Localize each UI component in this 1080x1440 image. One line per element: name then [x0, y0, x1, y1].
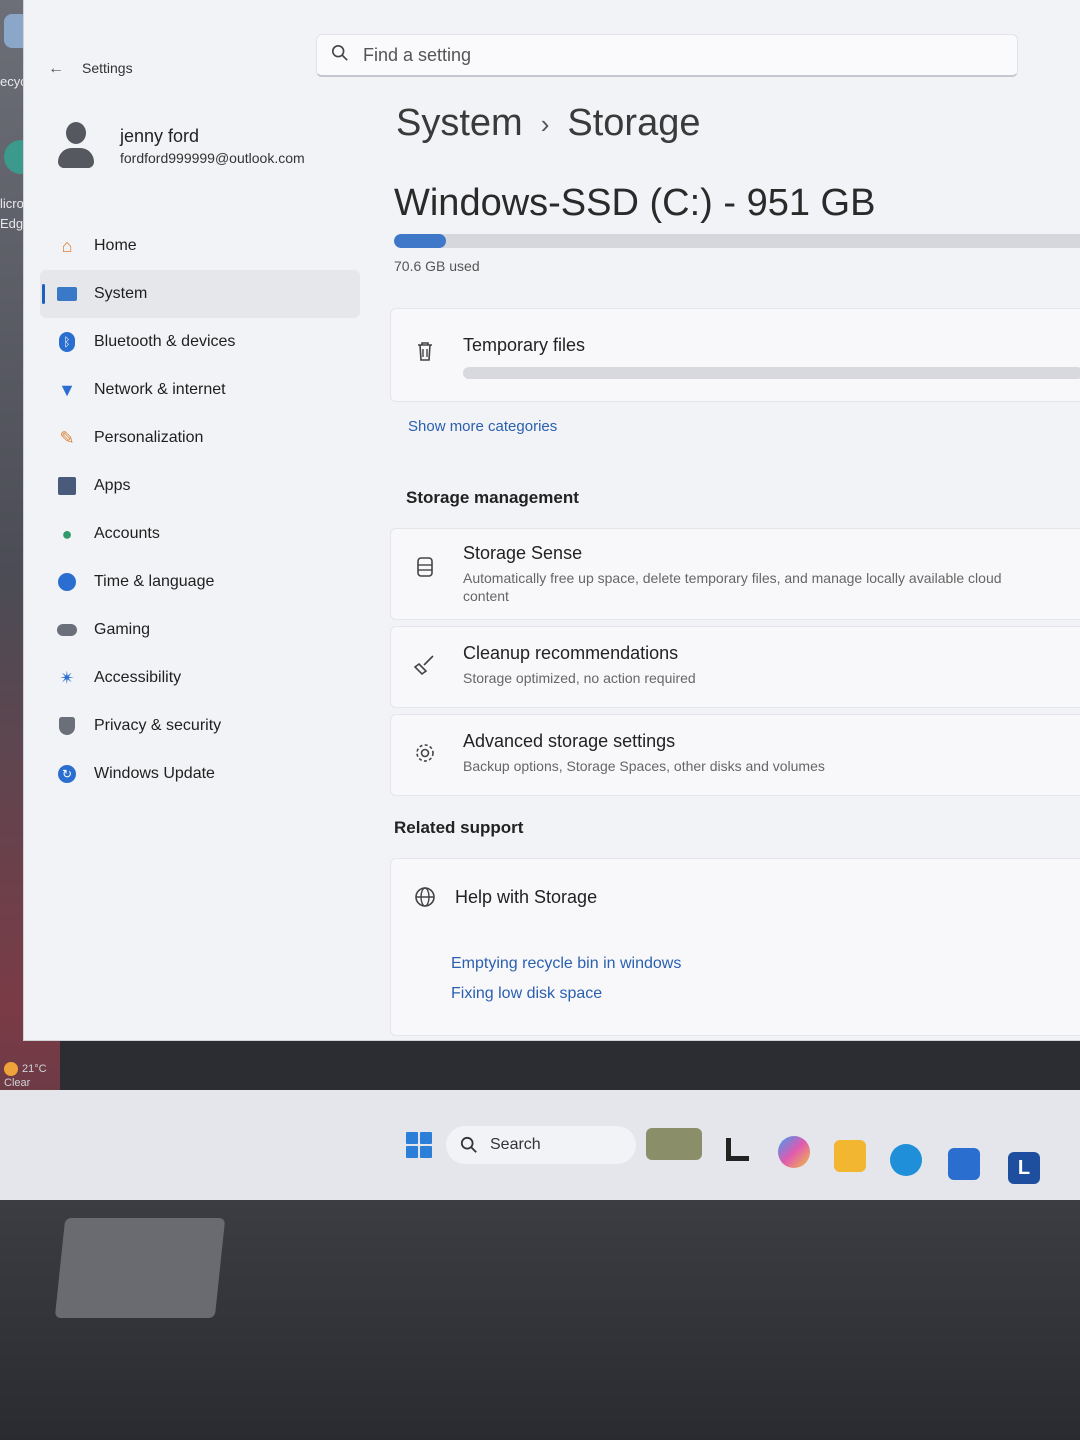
update-icon: ↻: [56, 763, 78, 785]
sidebar-item-label: Home: [94, 237, 137, 254]
app-l-icon[interactable]: L: [1008, 1152, 1040, 1184]
sidebar-item-privacy[interactable]: Privacy & security: [40, 702, 360, 750]
copilot-icon[interactable]: [778, 1136, 810, 1168]
avatar: [56, 122, 96, 174]
drive-title: Windows-SSD (C:) - 951 GB: [394, 182, 876, 224]
storage-sense-subtitle: Automatically free up space, delete temp…: [463, 570, 1002, 586]
sidebar-item-label: Accounts: [94, 525, 160, 542]
help-with-storage-title: Help with Storage: [455, 887, 598, 907]
search-input[interactable]: [361, 41, 965, 69]
temporary-files-card[interactable]: Temporary files: [390, 308, 1080, 402]
desktop-icon-label: Edg: [0, 216, 24, 231]
search-icon: [331, 44, 348, 61]
page-title: Storage: [567, 102, 701, 144]
sidebar-item-home[interactable]: ⌂ Home: [40, 222, 360, 270]
sidebar-item-time-language[interactable]: Time & language: [40, 558, 360, 606]
cleanup-recommendations-card[interactable]: Cleanup recommendations Storage optimize…: [390, 626, 1080, 708]
settings-window: ← Settings jenny ford fordford999999@out…: [24, 0, 1080, 1040]
sidebar-item-label: Accessibility: [94, 669, 182, 686]
breadcrumb-chevron-icon: ›: [540, 109, 550, 140]
sidebar-item-label: Time & language: [94, 573, 215, 590]
taskbar-search[interactable]: Search: [446, 1126, 636, 1164]
cleanup-title: Cleanup recommendations: [463, 643, 679, 663]
breadcrumb: System › Storage: [396, 102, 700, 145]
cleanup-subtitle: Storage optimized, no action required: [463, 670, 696, 686]
taskbar-search-label: Search: [490, 1136, 541, 1153]
user-email: fordford999999@outlook.com: [120, 150, 305, 166]
sidebar-item-personalization[interactable]: ✎ Personalization: [40, 414, 360, 462]
help-link-low-disk[interactable]: Fixing low disk space: [451, 985, 602, 1003]
temporary-files-bar: [463, 367, 1080, 379]
wifi-icon: ▼: [58, 379, 76, 400]
help-with-storage-card[interactable]: Help with Storage Emptying recycle bin i…: [390, 858, 1080, 1036]
weather-widget[interactable]: 21°C Clear: [4, 1062, 47, 1090]
search-icon: [460, 1136, 477, 1153]
advanced-subtitle: Backup options, Storage Spaces, other di…: [463, 758, 825, 774]
temporary-files-label: Temporary files: [463, 335, 586, 355]
edge-icon[interactable]: [890, 1144, 922, 1176]
store-icon[interactable]: [948, 1148, 980, 1180]
sidebar-item-accounts[interactable]: ● Accounts: [40, 510, 360, 558]
sidebar-item-label: Bluetooth & devices: [94, 333, 236, 350]
broom-icon: [413, 655, 434, 676]
trash-icon: [418, 342, 432, 361]
gear-icon: [416, 744, 434, 762]
sidebar-item-label: Windows Update: [94, 765, 215, 782]
storage-sense-icon: [417, 557, 433, 577]
sidebar-item-label: System: [94, 285, 148, 302]
accounts-icon: ●: [61, 523, 73, 544]
start-button[interactable]: [406, 1132, 432, 1158]
related-support-heading: Related support: [394, 818, 524, 837]
sidebar-item-gaming[interactable]: Gaming: [40, 606, 360, 654]
search-box[interactable]: [316, 34, 1018, 77]
apps-icon: [56, 475, 78, 497]
sidebar-item-windows-update[interactable]: ↻ Windows Update: [40, 750, 360, 798]
sidebar-item-network[interactable]: ▼ Network & internet: [40, 366, 360, 414]
weather-temp: 21°C: [22, 1063, 47, 1075]
advanced-storage-settings-card[interactable]: Advanced storage settings Backup options…: [390, 714, 1080, 796]
bluetooth-icon: ᛒ: [56, 331, 78, 353]
show-more-categories-link[interactable]: Show more categories: [408, 418, 557, 435]
sun-icon: [4, 1062, 18, 1077]
user-profile[interactable]: jenny ford fordford999999@outlook.com: [56, 118, 356, 188]
sidebar-item-label: Personalization: [94, 429, 204, 446]
storage-sense-subtitle-cont: content: [463, 588, 509, 604]
laptop-hinge: [54, 1218, 226, 1318]
help-link-recycle-bin[interactable]: Emptying recycle bin in windows: [451, 955, 681, 973]
system-icon: [56, 283, 78, 305]
sidebar-nav: ⌂ Home System ᛒ Bluetooth & devices ▼ Ne…: [40, 222, 360, 798]
gamepad-icon: [56, 619, 78, 641]
user-name: jenny ford: [120, 126, 200, 146]
widgets-icon[interactable]: [646, 1128, 702, 1160]
file-explorer-icon[interactable]: [834, 1140, 866, 1172]
sidebar-item-apps[interactable]: Apps: [40, 462, 360, 510]
sidebar-item-label: Gaming: [94, 621, 151, 638]
task-view-icon[interactable]: [720, 1132, 752, 1164]
globe-clock-icon: [56, 571, 78, 593]
sidebar-item-bluetooth[interactable]: ᛒ Bluetooth & devices: [40, 318, 360, 366]
storage-usage-fill: [394, 234, 446, 248]
sidebar-item-accessibility[interactable]: ✴ Accessibility: [40, 654, 360, 702]
storage-usage-bar: [394, 234, 1080, 248]
sidebar-item-label: Network & internet: [94, 381, 226, 398]
brush-icon: ✎: [59, 427, 75, 448]
storage-management-heading: Storage management: [406, 488, 579, 507]
breadcrumb-parent[interactable]: System: [396, 102, 523, 144]
app-title: Settings: [82, 60, 133, 76]
sidebar-item-label: Apps: [94, 477, 131, 494]
shield-icon: [56, 715, 78, 737]
advanced-title: Advanced storage settings: [463, 731, 676, 751]
globe-icon: [415, 887, 435, 907]
title-bar: ← Settings: [24, 0, 1080, 110]
back-arrow-icon[interactable]: ←: [48, 60, 64, 78]
storage-sense-card[interactable]: Storage Sense Automatically free up spac…: [390, 528, 1080, 620]
sidebar-item-label: Privacy & security: [94, 717, 222, 734]
weather-condition: Clear: [4, 1077, 31, 1090]
sidebar-item-system[interactable]: System: [40, 270, 360, 318]
storage-sense-title: Storage Sense: [463, 543, 583, 563]
storage-used-text: 70.6 GB used: [394, 258, 480, 274]
home-icon: ⌂: [61, 235, 73, 256]
taskbar: Search L: [0, 1090, 1080, 1200]
accessibility-icon: ✴: [59, 667, 75, 688]
